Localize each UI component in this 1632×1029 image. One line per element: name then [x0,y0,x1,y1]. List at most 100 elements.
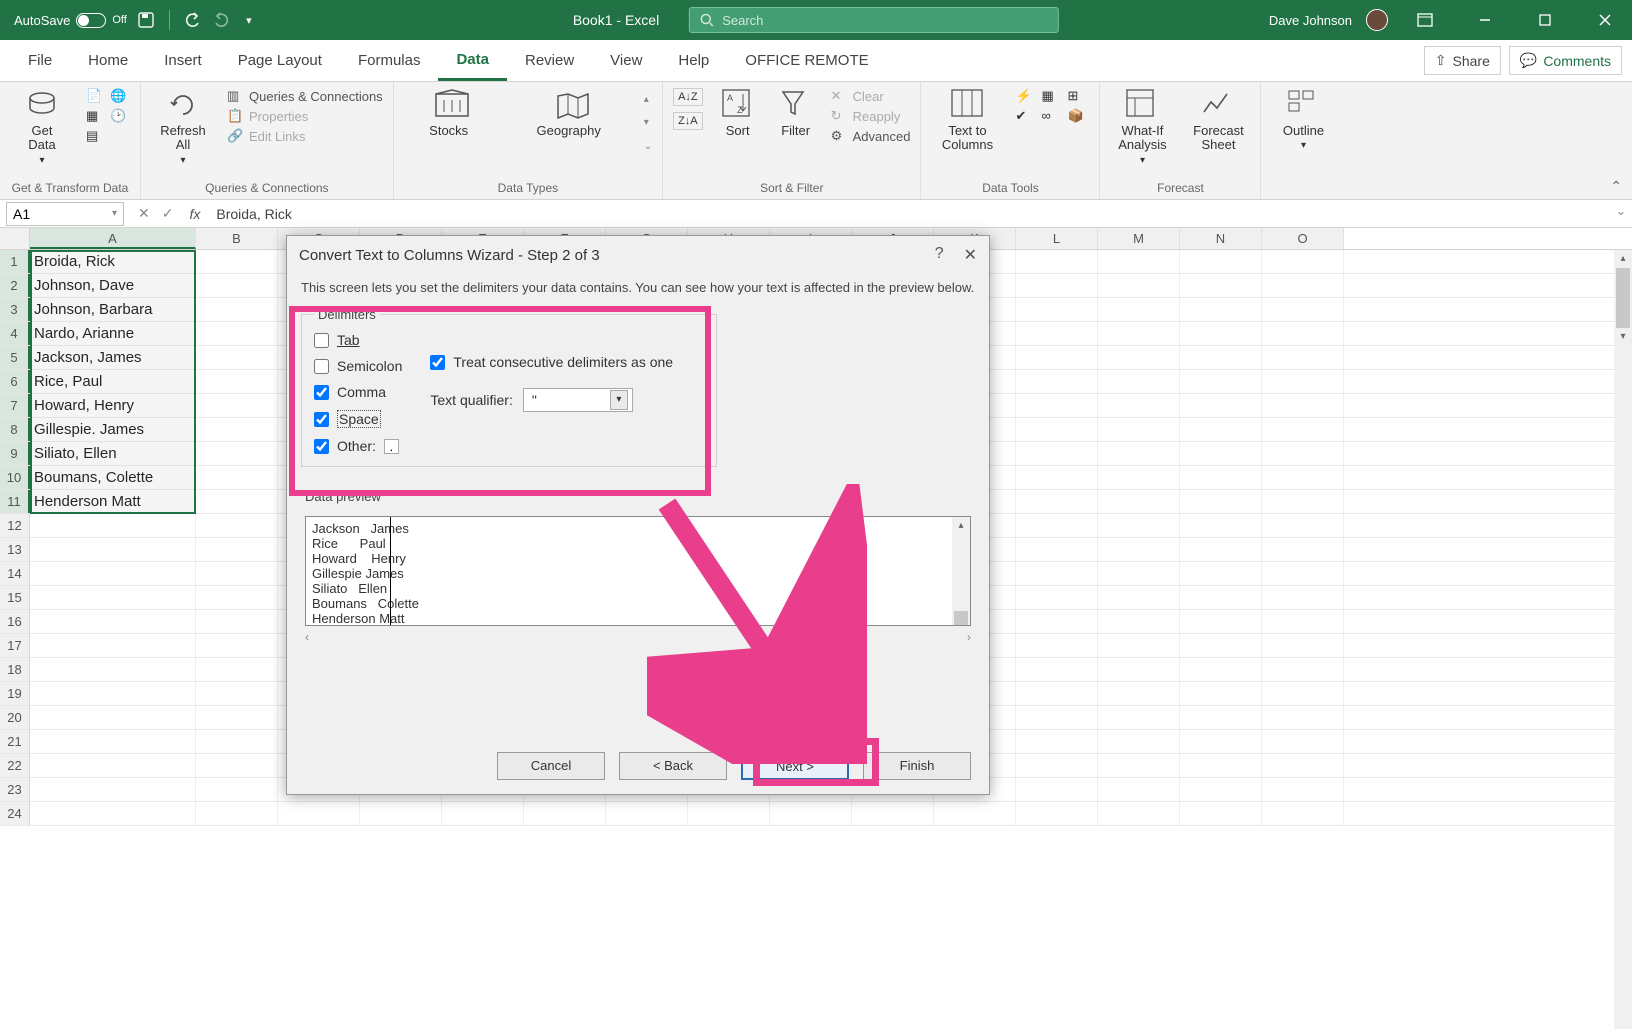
cell[interactable] [360,802,442,825]
properties-button[interactable]: 📋Properties [227,108,383,124]
cell[interactable] [1098,682,1180,705]
cell[interactable]: Nardo, Arianne [30,322,196,345]
cell[interactable] [1180,274,1262,297]
cancel-formula-icon[interactable]: ✕ [138,205,150,222]
cell[interactable] [1098,490,1180,513]
cell[interactable] [1180,610,1262,633]
cell[interactable]: Siliato, Ellen [30,442,196,465]
delimiter-semicolon[interactable]: Semicolon [314,358,402,374]
row-header[interactable]: 7 [0,394,30,417]
dialog-close-icon[interactable]: ✕ [964,245,977,265]
cell[interactable] [1180,418,1262,441]
cell[interactable] [1016,658,1098,681]
cell[interactable] [1016,394,1098,417]
cell[interactable] [30,514,196,537]
maximize-icon[interactable] [1522,0,1568,40]
forecast-button[interactable]: Forecast Sheet [1186,88,1250,153]
cell[interactable] [30,706,196,729]
cell[interactable] [196,586,278,609]
cell[interactable] [30,538,196,561]
cell[interactable] [1262,586,1344,609]
enter-formula-icon[interactable]: ✓ [162,205,174,222]
column-header-B[interactable]: B [196,228,278,249]
cell[interactable] [1098,394,1180,417]
cell[interactable] [1098,538,1180,561]
cell[interactable] [606,802,688,825]
sort-az-icon[interactable]: A↓Z [673,88,703,106]
reapply-button[interactable]: ↻Reapply [831,108,911,124]
next-button[interactable]: Next > [741,752,849,780]
cell[interactable] [196,370,278,393]
tab-data[interactable]: Data [438,41,507,81]
row-header[interactable]: 12 [0,514,30,537]
cell[interactable] [1180,442,1262,465]
cell[interactable] [1180,322,1262,345]
cell[interactable] [196,802,278,825]
cell[interactable] [1180,370,1262,393]
cell[interactable] [1098,418,1180,441]
row-header[interactable]: 1 [0,250,30,273]
cell[interactable]: Henderson Matt [30,490,196,513]
cell[interactable] [1262,514,1344,537]
cell[interactable] [1180,514,1262,537]
cell[interactable] [1262,706,1344,729]
tab-review[interactable]: Review [507,42,592,79]
whatif-button[interactable]: What-If Analysis▾ [1110,88,1174,166]
close-icon[interactable] [1582,0,1628,40]
queries-connections-button[interactable]: ▥Queries & Connections [227,88,383,104]
row-header[interactable]: 5 [0,346,30,369]
row-header[interactable]: 3 [0,298,30,321]
cell[interactable] [1180,346,1262,369]
delimiter-comma[interactable]: Comma [314,384,402,400]
autosave-toggle[interactable]: AutoSave Off [14,13,127,28]
cell[interactable] [30,778,196,801]
user-avatar-icon[interactable] [1366,9,1388,31]
chevron-up-icon[interactable]: ▴ [644,94,652,105]
filter-button[interactable]: Filter [773,88,819,138]
consecutive-checkbox[interactable] [430,355,445,370]
row-header[interactable]: 4 [0,322,30,345]
tab-file[interactable]: File [10,42,70,79]
row-header[interactable]: 16 [0,610,30,633]
cell[interactable] [1262,394,1344,417]
semicolon-checkbox[interactable] [314,359,329,374]
cell[interactable] [1016,322,1098,345]
cell[interactable]: Broida, Rick [30,250,196,273]
row-header[interactable]: 8 [0,418,30,441]
cell[interactable] [1098,730,1180,753]
cell[interactable] [1098,634,1180,657]
cell[interactable] [1016,442,1098,465]
sort-za-icon[interactable]: Z↓A [673,112,703,130]
search-box[interactable]: Search [689,7,1059,33]
column-header-M[interactable]: M [1098,228,1180,249]
relationships-icon[interactable]: ∞ [1041,108,1057,124]
cell[interactable] [1098,274,1180,297]
edit-links-button[interactable]: 🔗Edit Links [227,128,383,144]
cell[interactable]: Johnson, Dave [30,274,196,297]
cell[interactable] [442,802,524,825]
tab-page-layout[interactable]: Page Layout [220,42,340,79]
cell[interactable] [1262,298,1344,321]
get-data-button[interactable]: Get Data▾ [10,88,74,166]
cell[interactable] [196,706,278,729]
back-button[interactable]: < Back [619,752,727,780]
tab-home[interactable]: Home [70,42,146,79]
cell[interactable] [1262,322,1344,345]
data-model-icon[interactable]: 📦 [1067,108,1083,124]
cell[interactable] [1098,754,1180,777]
cell[interactable] [1262,562,1344,585]
cell[interactable] [196,538,278,561]
cell[interactable] [1098,610,1180,633]
row-header[interactable]: 23 [0,778,30,801]
cell[interactable] [1180,706,1262,729]
cell[interactable] [1016,370,1098,393]
cell[interactable] [1016,250,1098,273]
cell[interactable] [1262,682,1344,705]
row-header[interactable]: 21 [0,730,30,753]
cell[interactable] [278,802,360,825]
cell[interactable] [196,442,278,465]
name-box-dropdown-icon[interactable]: ▾ [112,208,117,219]
cell[interactable] [1098,370,1180,393]
ribbon-display-icon[interactable] [1402,0,1448,40]
consolidate-icon[interactable]: ⊞ [1067,88,1083,104]
